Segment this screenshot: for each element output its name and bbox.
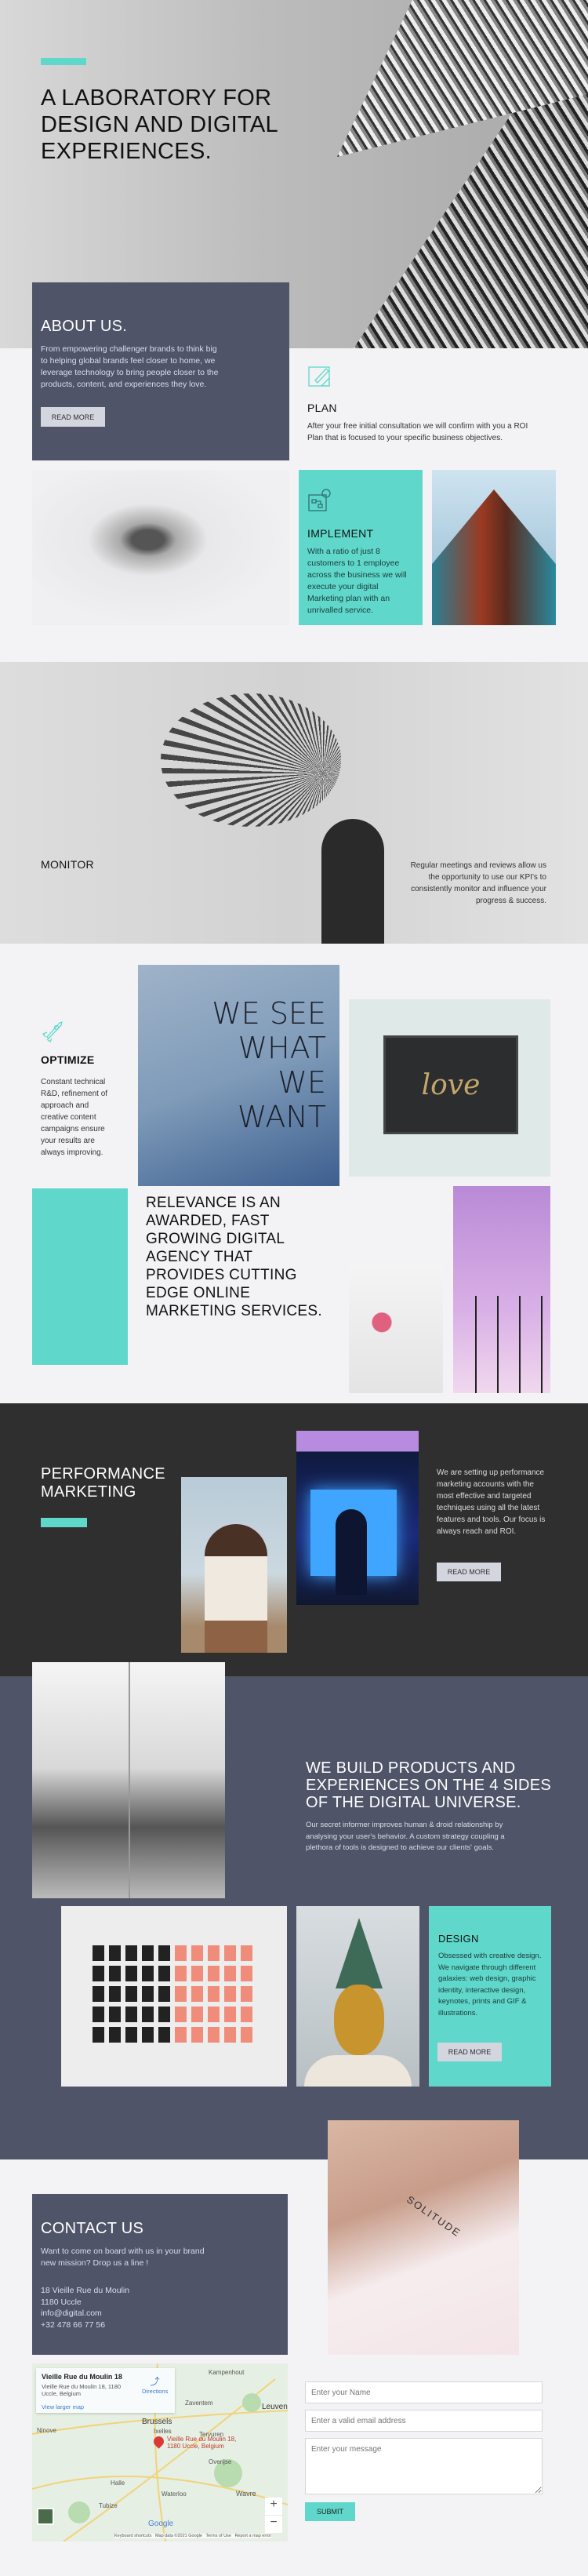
rocket-icon (42, 1021, 63, 1042)
love-frame-image: love (349, 999, 550, 1177)
relevance-title: RELEVANCE IS AN AWARDED, FAST GROWING DI… (146, 1195, 322, 1319)
map-place-address: Vieille Rue du Moulin 18, 1180 Uccle, Be… (42, 2383, 122, 2397)
about-card: ABOUT US. From empowering challenger bra… (32, 282, 289, 460)
map-info-card: Vieille Rue du Moulin 18 Vieille Rue du … (36, 2368, 175, 2413)
map-city-brussels: Brussels (142, 2418, 172, 2426)
love-text: love (421, 1068, 481, 1101)
directions-label: Directions (142, 2388, 169, 2395)
neon-hand-image (296, 1431, 419, 1605)
sweater (304, 2055, 412, 2087)
map-footer: Keyboard shortcuts Map data ©2021 Google… (114, 2534, 271, 2538)
tattoo-text: SOLITUDE (405, 2193, 463, 2239)
pineapple-fruit (334, 1985, 384, 2055)
skyscraper-image (432, 470, 556, 625)
performance-text: We are setting up performance marketing … (437, 1468, 546, 1536)
pineapple-image (296, 1906, 419, 2087)
email-input[interactable] (305, 2410, 543, 2432)
products-text: Our secret informer improves human & dro… (306, 1821, 505, 1852)
monitor-title: MONITOR (41, 858, 94, 871)
map-city-leuven: Leuven (262, 2403, 288, 2411)
plan-title: PLAN (307, 402, 337, 414)
swatches-pink (175, 1945, 253, 2043)
figure (205, 1524, 267, 1653)
optimize-title: OPTIMIZE (41, 1053, 95, 1066)
map-city: Halle (111, 2480, 125, 2487)
pineapple-leaves (336, 1918, 383, 1988)
performance-accent-bar (41, 1518, 87, 1527)
contact-phone[interactable]: +32 478 66 77 56 (41, 2319, 279, 2331)
products-title: WE BUILD PRODUCTS AND EXPERIENCES ON THE… (306, 1759, 552, 1811)
map-pin-label: Vieille Rue du Moulin 18, 1180 Uccle, Be… (167, 2436, 237, 2450)
map-zoom-out-button[interactable]: − (265, 2516, 282, 2533)
hero-accent-bar (41, 58, 86, 65)
palm-trees-image (453, 1186, 550, 1393)
optimize-text: Constant technical R&D, refinement of ap… (41, 1078, 108, 1157)
performance-section (0, 1403, 588, 1676)
map-city: Kampenhout (209, 2369, 245, 2376)
directions-icon: ⤴ (150, 2376, 160, 2387)
map-city: Zaventem (185, 2400, 213, 2407)
plan-text: After your free initial consultation we … (307, 422, 528, 442)
about-title: ABOUT US. (41, 318, 128, 335)
map-city: Ixelles (154, 2428, 172, 2435)
google-logo: Google (148, 2520, 174, 2528)
denim-jacket-image: WE SEE WHAT WE WANT (138, 965, 339, 1186)
design-title: DESIGN (438, 1933, 479, 1945)
map-directions-link[interactable]: ⤴ Directions (142, 2374, 168, 2395)
design-read-more-button[interactable]: READ MORE (437, 2043, 502, 2061)
mountain-image (32, 470, 289, 625)
swatches-dark (93, 1945, 171, 2043)
google-map[interactable]: Brussels Leuven Ixelles Waterloo Wavre H… (32, 2363, 288, 2541)
blueprint-pencil-icon (308, 366, 330, 387)
contact-card: CONTACT US Want to come on board with us… (32, 2194, 288, 2355)
submit-button[interactable]: SUBMIT (305, 2502, 355, 2521)
teal-block (32, 1188, 128, 1365)
color-swatches-image (61, 1906, 287, 2087)
hair-shape (161, 693, 341, 827)
performance-read-more-button[interactable]: READ MORE (437, 1563, 501, 1581)
about-read-more-button[interactable]: READ MORE (41, 407, 105, 427)
hand (336, 1509, 367, 1595)
message-textarea[interactable] (305, 2438, 543, 2494)
implement-title: IMPLEMENT (307, 527, 374, 540)
about-text: From empowering challenger brands to thi… (41, 344, 219, 389)
window-divider (129, 1662, 130, 1898)
blueprint-gear-icon (308, 489, 331, 511)
skyscraper-shape (432, 489, 556, 625)
monitor-text: Regular meetings and reviews allow us th… (410, 861, 546, 905)
person-shape (321, 819, 384, 944)
map-city: Waterloo (162, 2490, 187, 2498)
contact-address: 18 Vieille Rue du Moulin 1180 Uccle info… (41, 2285, 279, 2331)
implement-card: IMPLEMENT With a ratio of just 8 custome… (299, 470, 423, 625)
palms (461, 1296, 543, 1393)
map-city: Wavre (236, 2490, 256, 2498)
map-city: Overijse (209, 2458, 232, 2465)
hero-title: A LABORATORY FOR DESIGN AND DIGITAL EXPE… (41, 86, 278, 164)
map-city: Tubize (99, 2502, 118, 2509)
tattoo-neck-image: SOLITUDE (328, 2120, 519, 2355)
curly-hair-woman-image (181, 1477, 287, 1653)
address-street: 18 Vieille Rue du Moulin (41, 2286, 130, 2295)
map-view-larger-link[interactable]: View larger map (42, 2403, 169, 2410)
map-city: Ninove (37, 2427, 56, 2434)
contact-text: Want to come on board with us in your br… (41, 2247, 205, 2268)
implement-text: With a ratio of just 8 customers to 1 em… (307, 547, 407, 615)
name-input[interactable] (305, 2381, 543, 2403)
map-zoom-in-button[interactable]: + (265, 2498, 282, 2515)
map-satellite-toggle[interactable] (37, 2508, 54, 2525)
contact-title: CONTACT US (41, 2220, 144, 2237)
performance-title: PERFORMANCE MARKETING (41, 1465, 165, 1501)
denim-text: WE SEE WHAT WE WANT (212, 996, 326, 1134)
address-city: 1180 Uccle (41, 2297, 82, 2307)
pills-image (349, 1264, 443, 1393)
meeting-room-image (32, 1662, 225, 1898)
frame: love (383, 1035, 518, 1134)
contact-email[interactable]: info@digital.com (41, 2308, 279, 2319)
design-text: Obsessed with creative design. We naviga… (438, 1952, 542, 2018)
